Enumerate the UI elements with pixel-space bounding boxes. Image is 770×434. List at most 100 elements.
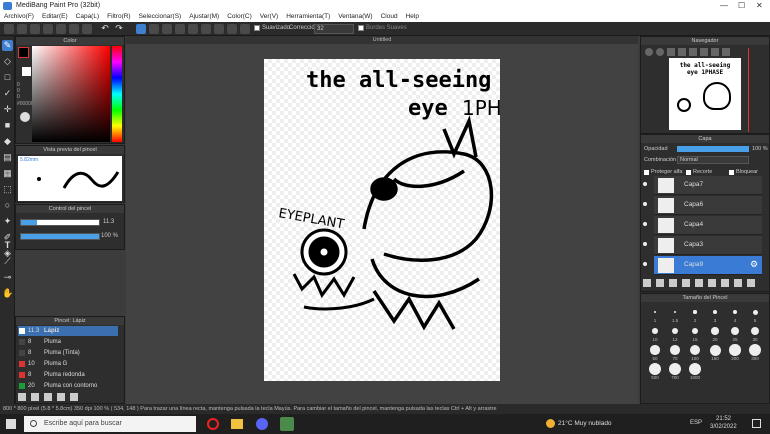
medibang-taskbar-icon[interactable] <box>280 417 294 431</box>
undo-icon[interactable]: ↶ <box>100 24 110 34</box>
brush-settings-icon[interactable] <box>44 393 52 401</box>
hue-slider[interactable] <box>112 46 122 142</box>
brush-size-preset[interactable] <box>673 310 677 314</box>
file-explorer-icon[interactable] <box>231 419 243 429</box>
saturation-value-picker[interactable] <box>32 46 110 142</box>
brush-size-preset[interactable] <box>750 326 760 336</box>
blur-tool-icon[interactable]: ▦ <box>2 168 13 179</box>
snap-parallel-button[interactable] <box>175 24 185 34</box>
brush-size-preset[interactable] <box>752 309 758 315</box>
import-brush-icon[interactable] <box>31 393 39 401</box>
save-cloud-button[interactable] <box>43 24 53 34</box>
text-tool-icon[interactable]: T <box>2 240 13 251</box>
eye-icon[interactable] <box>643 222 647 226</box>
lasso-tool-icon[interactable]: ○ <box>2 200 13 211</box>
delete-layer-icon[interactable] <box>747 279 755 287</box>
background-color-swatch[interactable] <box>22 67 31 76</box>
taskbar-search-box[interactable]: Escribe aquí para buscar <box>24 416 196 432</box>
snap-cross-button[interactable] <box>188 24 198 34</box>
brush-size-preset[interactable] <box>749 344 761 356</box>
brush-item-pluma[interactable]: 8 Pluma <box>18 337 118 347</box>
actual-size-icon[interactable] <box>678 48 686 56</box>
new-layer-icon[interactable] <box>643 279 651 287</box>
close-icon[interactable]: ✕ <box>756 1 763 10</box>
language-indicator[interactable]: ESP <box>690 420 702 426</box>
reset-rotation-icon[interactable] <box>711 48 719 56</box>
settings-button[interactable] <box>82 24 92 34</box>
foreground-color-swatch[interactable] <box>18 47 29 58</box>
duplicate-layer-icon[interactable] <box>695 279 703 287</box>
transform-button[interactable] <box>149 24 159 34</box>
brush-size-preset[interactable] <box>689 344 701 356</box>
layer-settings-icon[interactable]: ⚙ <box>750 260 758 269</box>
menu-help[interactable]: Help <box>402 12 423 22</box>
new-file-button[interactable] <box>4 24 14 34</box>
brush-item-pluma-tinta[interactable]: 8 Pluma (Tinta) <box>18 348 118 358</box>
menu-filtro[interactable]: Filtro(R) <box>103 12 134 22</box>
menu-cloud[interactable]: Cloud <box>377 12 402 22</box>
layer-row-capa6[interactable]: Capa6 <box>654 196 762 215</box>
layer-row-capa4[interactable]: Capa4 <box>654 216 762 235</box>
menu-editar[interactable]: Editar(E) <box>38 12 72 22</box>
brush-opacity-slider[interactable] <box>20 233 100 240</box>
rotate-right-icon[interactable] <box>700 48 708 56</box>
zoom-out-icon[interactable] <box>656 48 664 56</box>
rotate-left-icon[interactable] <box>689 48 697 56</box>
flip-icon[interactable] <box>722 48 730 56</box>
fit-icon[interactable] <box>667 48 675 56</box>
weather-text[interactable]: 21°C Muy nublado <box>558 420 612 427</box>
opera-icon[interactable] <box>207 418 219 430</box>
share-button[interactable] <box>56 24 66 34</box>
brush-size-preset[interactable] <box>654 311 656 313</box>
new-8bit-layer-icon[interactable] <box>669 279 677 287</box>
redo-icon[interactable]: ↷ <box>114 24 124 34</box>
snap-radial-button[interactable] <box>214 24 224 34</box>
brush-size-preset[interactable] <box>709 344 721 356</box>
open-file-button[interactable] <box>17 24 27 34</box>
brush-size-preset[interactable] <box>671 327 679 335</box>
menu-ver[interactable]: Ver(V) <box>256 12 282 22</box>
discord-icon[interactable] <box>256 418 268 430</box>
eyedropper-tool-icon[interactable]: ⊸ <box>2 272 13 283</box>
fill-rect-tool-icon[interactable]: ■ <box>2 120 13 131</box>
brush-item-pluma-redonda[interactable]: 8 Pluma redonda <box>18 370 118 380</box>
brush-size-preset[interactable] <box>689 363 701 375</box>
divide-tool-icon[interactable]: ⟋ <box>2 256 13 267</box>
move-tool-icon[interactable]: ✛ <box>2 104 13 115</box>
eraser-tool-icon[interactable]: ◇ <box>2 56 13 67</box>
shape-tool-icon[interactable]: □ <box>2 72 13 83</box>
menu-herramienta[interactable]: Herramienta(T) <box>282 12 334 22</box>
clipping-checkbox[interactable] <box>686 170 691 175</box>
clock-date[interactable]: 3/02/2022 <box>710 424 737 430</box>
brush-size-preset[interactable] <box>732 309 738 315</box>
lock-checkbox[interactable] <box>729 170 734 175</box>
brush-item-pluma-g[interactable]: 10 Pluma G <box>18 359 118 369</box>
layer-down-icon[interactable] <box>734 279 742 287</box>
brush-size-preset[interactable] <box>670 345 680 355</box>
eye-icon[interactable] <box>643 182 647 186</box>
antialias-checkbox[interactable] <box>254 25 260 31</box>
brush-tool-icon[interactable]: ✎ <box>2 40 13 51</box>
brush-item-pluma-contorno[interactable]: 20 Pluma con contorno <box>18 381 118 391</box>
brush-size-slider[interactable] <box>20 219 100 226</box>
snap-circle-button[interactable] <box>201 24 211 34</box>
new-folder-icon[interactable] <box>682 279 690 287</box>
brush-size-preset[interactable] <box>650 345 660 355</box>
layer-up-icon[interactable] <box>721 279 729 287</box>
menu-seleccionar[interactable]: Seleccionar(S) <box>135 12 186 22</box>
brush-size-preset[interactable] <box>713 310 717 314</box>
save-button[interactable] <box>30 24 40 34</box>
brush-item-lapiz[interactable]: 11.3 Lápiz <box>18 326 118 336</box>
delete-brush-icon[interactable] <box>70 393 78 401</box>
brush-size-preset[interactable] <box>729 344 741 356</box>
select-tool-button[interactable] <box>136 24 146 34</box>
export-button[interactable] <box>69 24 79 34</box>
brush-size-preset[interactable] <box>652 328 658 334</box>
hand-tool-icon[interactable]: ✋ <box>2 288 13 299</box>
add-brush-icon[interactable] <box>18 393 26 401</box>
clock-time[interactable]: 21:52 <box>716 416 731 422</box>
snap-settings-button[interactable] <box>240 24 250 34</box>
brush-size-preset[interactable] <box>711 327 719 335</box>
layer-opacity-slider[interactable] <box>677 146 749 152</box>
brush-cloud-icon[interactable] <box>57 393 65 401</box>
